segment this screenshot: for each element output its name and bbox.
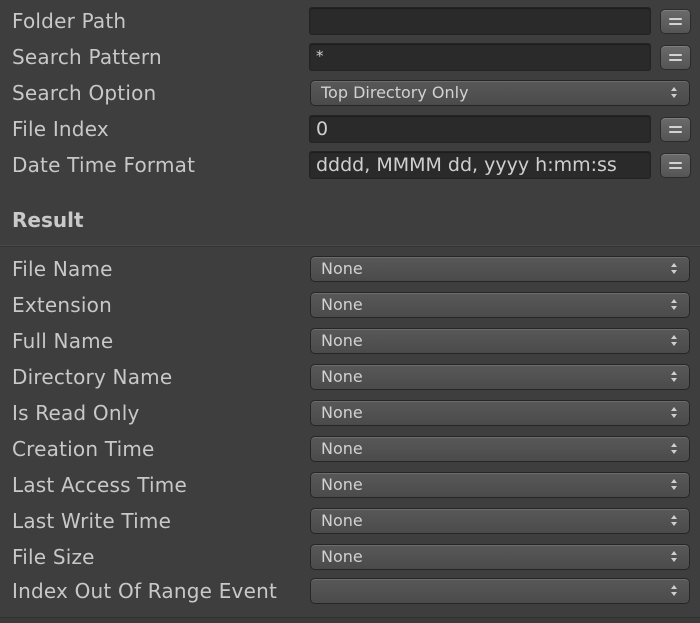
file-name-label: File Name <box>12 257 113 281</box>
file-size-dropdown[interactable]: None <box>310 544 690 570</box>
file-name-dropdown[interactable]: None <box>310 256 690 282</box>
last-access-time-value: None <box>321 475 363 494</box>
full-name-value: None <box>321 331 363 350</box>
file-index-label: File Index <box>12 117 109 141</box>
date-time-format-field[interactable]: dddd, MMMM dd, yyyy h:mm:ss <box>309 151 651 179</box>
directory-name-dropdown[interactable]: None <box>310 364 690 390</box>
folder-path-label: Folder Path <box>12 9 127 33</box>
is-read-only-value: None <box>321 403 363 422</box>
search-pattern-label: Search Pattern <box>12 45 162 69</box>
is-read-only-label: Is Read Only <box>12 401 140 425</box>
result-section-title: Result <box>12 208 84 232</box>
result-row-last-access-time: Last Access Time None <box>0 467 700 503</box>
last-access-time-dropdown[interactable]: None <box>310 472 690 498</box>
panel-bottom-edge <box>0 617 700 623</box>
result-row-file-name: File Name None <box>0 251 700 287</box>
extension-label: Extension <box>12 293 112 317</box>
up-down-arrows-icon <box>671 479 678 491</box>
up-down-arrows-icon <box>671 443 678 455</box>
search-pattern-field[interactable]: * <box>309 43 651 71</box>
extension-value: None <box>321 295 363 314</box>
file-size-label: File Size <box>12 545 95 569</box>
date-time-format-row: Date Time Format dddd, MMMM dd, yyyy h:m… <box>0 147 700 183</box>
index-out-of-range-event-label: Index Out Of Range Event <box>12 579 278 603</box>
section-divider-shadow <box>0 246 700 247</box>
file-index-variable-button[interactable] <box>660 117 691 142</box>
result-row-directory-name: Directory Name None <box>0 359 700 395</box>
date-time-format-variable-button[interactable] <box>660 153 691 178</box>
directory-name-value: None <box>321 367 363 386</box>
result-row-extension: Extension None <box>0 287 700 323</box>
file-index-field[interactable]: 0 <box>309 115 651 143</box>
result-row-creation-time: Creation Time None <box>0 431 700 467</box>
up-down-arrows-icon <box>671 371 678 383</box>
up-down-arrows-icon <box>671 263 678 275</box>
result-row-index-out-of-range-event: Index Out Of Range Event <box>0 573 700 609</box>
search-pattern-variable-button[interactable] <box>660 45 691 70</box>
search-option-value: Top Directory Only <box>321 83 469 102</box>
last-write-time-label: Last Write Time <box>12 509 172 533</box>
search-option-label: Search Option <box>12 81 157 105</box>
result-row-full-name: Full Name None <box>0 323 700 359</box>
full-name-label: Full Name <box>12 329 114 353</box>
file-size-value: None <box>321 547 363 566</box>
creation-time-value: None <box>321 439 363 458</box>
search-option-row: Search Option Top Directory Only <box>0 75 700 111</box>
up-down-arrows-icon <box>671 87 678 99</box>
inspector-panel: Folder Path Search Pattern * Search Opti… <box>0 0 700 623</box>
result-row-file-size: File Size None <box>0 539 700 575</box>
file-name-value: None <box>321 259 363 278</box>
full-name-dropdown[interactable]: None <box>310 328 690 354</box>
up-down-arrows-icon <box>671 407 678 419</box>
folder-path-field[interactable] <box>309 7 651 35</box>
result-row-is-read-only: Is Read Only None <box>0 395 700 431</box>
last-access-time-label: Last Access Time <box>12 473 187 497</box>
search-option-dropdown[interactable]: Top Directory Only <box>310 80 690 106</box>
is-read-only-dropdown[interactable]: None <box>310 400 690 426</box>
up-down-arrows-icon <box>671 551 678 563</box>
file-index-row: File Index 0 <box>0 111 700 147</box>
search-pattern-row: Search Pattern * <box>0 39 700 75</box>
last-write-time-value: None <box>321 511 363 530</box>
up-down-arrows-icon <box>671 299 678 311</box>
result-row-last-write-time: Last Write Time None <box>0 503 700 539</box>
folder-path-row: Folder Path <box>0 3 700 39</box>
up-down-arrows-icon <box>671 515 678 527</box>
date-time-format-label: Date Time Format <box>12 153 196 177</box>
last-write-time-dropdown[interactable]: None <box>310 508 690 534</box>
up-down-arrows-icon <box>671 585 678 597</box>
folder-path-variable-button[interactable] <box>660 9 691 34</box>
index-out-of-range-event-dropdown[interactable] <box>310 578 690 604</box>
creation-time-label: Creation Time <box>12 437 155 461</box>
creation-time-dropdown[interactable]: None <box>310 436 690 462</box>
extension-dropdown[interactable]: None <box>310 292 690 318</box>
up-down-arrows-icon <box>671 335 678 347</box>
directory-name-label: Directory Name <box>12 365 173 389</box>
